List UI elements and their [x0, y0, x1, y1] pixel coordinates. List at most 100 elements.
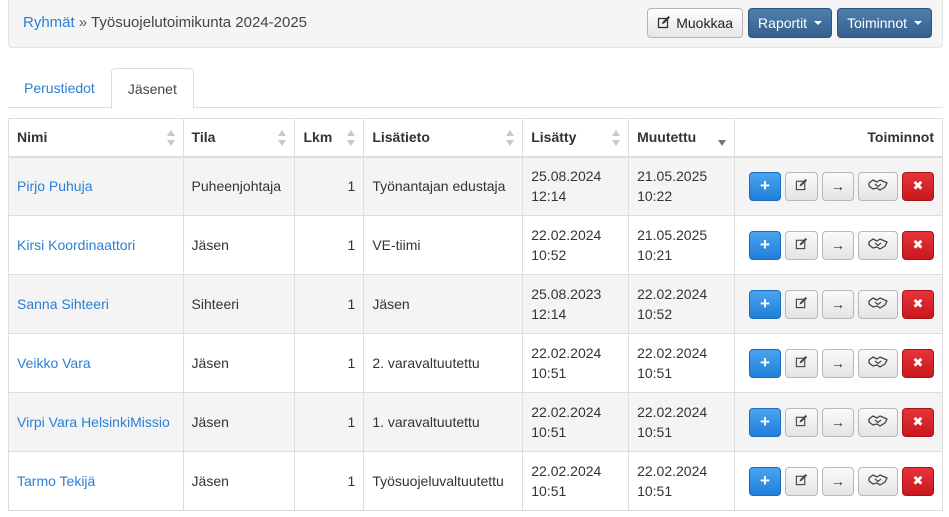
cell-actions: + → ✖ — [733, 274, 944, 334]
sort-icon — [166, 130, 175, 146]
cell-count: 1 — [294, 451, 365, 511]
column-header-modified[interactable]: Muutettu — [628, 118, 735, 158]
move-button[interactable]: → — [822, 466, 854, 496]
add-button[interactable]: + — [749, 466, 781, 496]
breadcrumb-current: Työsuojelutoimikunta 2024-2025 — [91, 14, 308, 31]
column-header-name[interactable]: Nimi — [8, 118, 184, 158]
arrow-right-icon: → — [831, 473, 845, 489]
added-date: 22.02.2024 — [531, 345, 602, 361]
edit-icon — [657, 15, 671, 32]
cell-added: 22.02.2024 10:51 — [522, 392, 630, 452]
member-name-link[interactable]: Tarmo Tekijä — [17, 473, 95, 489]
handshake-icon — [868, 296, 888, 313]
cell-added: 22.02.2024 10:52 — [522, 215, 630, 275]
cell-status: Jäsen — [182, 215, 296, 275]
added-date: 22.02.2024 — [531, 404, 602, 420]
added-time: 10:51 — [531, 483, 567, 499]
plus-icon: + — [760, 471, 770, 490]
table-row: Sanna Sihteeri Sihteeri 1 Jäsen 25.08.20… — [8, 274, 944, 334]
add-button[interactable]: + — [749, 171, 781, 201]
cell-actions: + → ✖ — [733, 156, 944, 216]
delete-button[interactable]: ✖ — [902, 407, 934, 437]
member-name-link[interactable]: Sanna Sihteeri — [17, 296, 109, 312]
cell-info: 2. varavaltuutettu — [363, 333, 524, 393]
handshake-button[interactable] — [858, 289, 898, 319]
handshake-button[interactable] — [858, 171, 898, 201]
reports-button-label: Raportit — [758, 15, 808, 31]
tab-basic-info[interactable]: Perustiedot — [8, 68, 111, 108]
move-button[interactable]: → — [822, 289, 854, 319]
arrow-right-icon: → — [831, 296, 845, 312]
add-button[interactable]: + — [749, 407, 781, 437]
edit-row-button[interactable] — [785, 171, 818, 201]
toolbar: Muokkaa Raportit Toiminnot — [647, 8, 932, 38]
cell-actions: + → ✖ — [733, 451, 944, 511]
handshake-button[interactable] — [858, 230, 898, 260]
edit-button[interactable]: Muokkaa — [647, 8, 744, 38]
member-name-link[interactable]: Virpi Vara HelsinkiMissio — [17, 414, 170, 430]
breadcrumb-bar: Ryhmät» Työsuojelutoimikunta 2024-2025 Mu… — [8, 0, 943, 48]
plus-icon: + — [760, 235, 770, 254]
column-header-info[interactable]: Lisätieto — [363, 118, 524, 158]
move-button[interactable]: → — [822, 230, 854, 260]
cell-name: Virpi Vara HelsinkiMissio — [8, 392, 184, 452]
delete-button[interactable]: ✖ — [902, 230, 934, 260]
modified-time: 10:51 — [637, 483, 673, 499]
handshake-button[interactable] — [858, 466, 898, 496]
handshake-button[interactable] — [858, 348, 898, 378]
cell-modified: 21.05.2025 10:22 — [628, 156, 735, 216]
edit-row-button[interactable] — [785, 289, 818, 319]
sort-icon — [506, 130, 515, 146]
edit-row-button[interactable] — [785, 348, 818, 378]
column-header-added[interactable]: Lisätty — [522, 118, 630, 158]
member-name-link[interactable]: Veikko Vara — [17, 355, 91, 371]
breadcrumb: Ryhmät» Työsuojelutoimikunta 2024-2025 — [23, 14, 307, 31]
column-header-count[interactable]: Lkm — [294, 118, 365, 158]
cell-modified: 21.05.2025 10:21 — [628, 215, 735, 275]
delete-button[interactable]: ✖ — [902, 171, 934, 201]
added-date: 22.02.2024 — [531, 227, 602, 243]
edit-row-button[interactable] — [785, 466, 818, 496]
delete-button[interactable]: ✖ — [902, 289, 934, 319]
column-header-status[interactable]: Tila — [182, 118, 296, 158]
cell-actions: + → ✖ — [733, 215, 944, 275]
close-icon: ✖ — [912, 355, 924, 370]
plus-icon: + — [760, 294, 770, 313]
member-name-link[interactable]: Pirjo Puhuja — [17, 178, 93, 194]
delete-button[interactable]: ✖ — [902, 348, 934, 378]
tab-members[interactable]: Jäsenet — [110, 68, 194, 109]
actions-dropdown-button[interactable]: Toiminnot — [837, 8, 932, 38]
edit-row-button[interactable] — [785, 230, 818, 260]
cell-count: 1 — [294, 156, 365, 216]
member-name-link[interactable]: Kirsi Koordinaattori — [17, 237, 135, 253]
modified-time: 10:22 — [637, 188, 673, 205]
add-button[interactable]: + — [749, 348, 781, 378]
edit-row-button[interactable] — [785, 407, 818, 437]
add-button[interactable]: + — [749, 230, 781, 260]
plus-icon: + — [760, 176, 770, 196]
cell-added: 25.08.2024 12:14 — [522, 156, 630, 216]
added-time: 12:14 — [531, 306, 567, 322]
cell-status: Jäsen — [182, 392, 296, 452]
move-button[interactable]: → — [822, 407, 854, 437]
sort-icon — [278, 130, 287, 146]
move-button[interactable]: → — [822, 171, 854, 201]
delete-button[interactable]: ✖ — [902, 466, 934, 496]
cell-modified: 22.02.2024 10:51 — [628, 392, 735, 452]
breadcrumb-link-groups[interactable]: Ryhmät — [23, 14, 75, 31]
arrow-right-icon: → — [831, 237, 845, 253]
cell-info: Työnantajan edustaja — [363, 156, 524, 216]
cell-info: Jäsen — [363, 274, 524, 334]
reports-dropdown-button[interactable]: Raportit — [748, 8, 833, 38]
handshake-button[interactable] — [858, 407, 898, 437]
cell-name: Veikko Vara — [8, 333, 184, 393]
table-row: Virpi Vara HelsinkiMissio Jäsen 1 1. var… — [8, 392, 944, 452]
modified-time: 10:51 — [637, 424, 673, 440]
modified-time: 10:51 — [637, 365, 673, 381]
cell-modified: 22.02.2024 10:52 — [628, 274, 735, 334]
cell-status: Jäsen — [182, 451, 296, 511]
move-button[interactable]: → — [822, 348, 854, 378]
add-button[interactable]: + — [749, 289, 781, 319]
arrow-right-icon: → — [831, 355, 845, 371]
table-row: Kirsi Koordinaattori Jäsen 1 VE-tiimi 22… — [8, 215, 944, 275]
